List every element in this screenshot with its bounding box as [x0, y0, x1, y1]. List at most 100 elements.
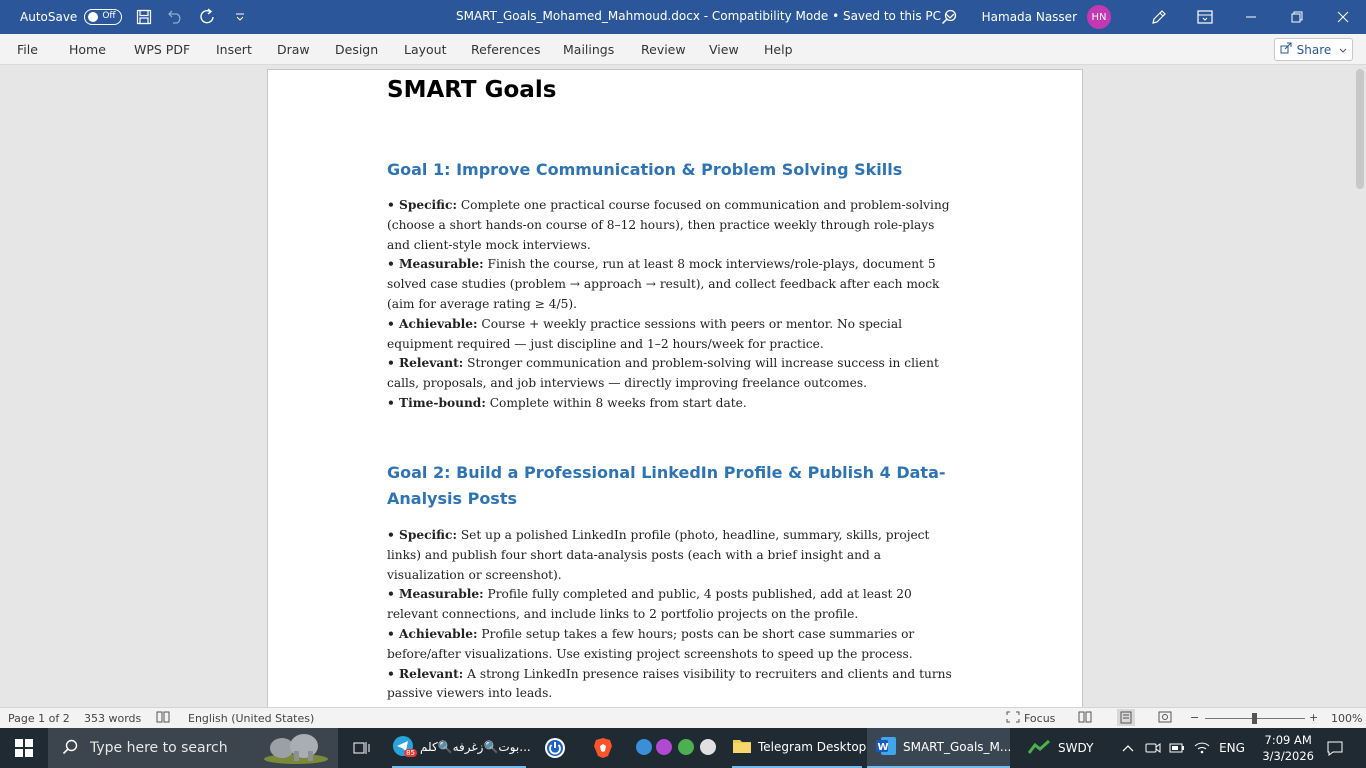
tab-design[interactable]: Design	[335, 42, 378, 57]
folder-icon	[732, 737, 752, 758]
word-app-label: SMART_Goals_M...	[903, 740, 1012, 754]
word-count[interactable]: 353 words	[84, 712, 141, 725]
weather-label: SWDY	[1058, 741, 1094, 755]
page-title: SMART Goals	[387, 77, 557, 103]
tab-file[interactable]: File	[17, 42, 38, 57]
page-count[interactable]: Page 1 of 2	[8, 712, 70, 725]
vertical-scrollbar[interactable]	[1354, 65, 1366, 707]
save-icon[interactable]	[134, 7, 154, 27]
status-bar: Page 1 of 2 353 words English (United St…	[0, 707, 1366, 728]
meet-now-icon[interactable]	[1144, 728, 1162, 768]
focus-mode-label[interactable]: Focus	[1024, 712, 1055, 725]
search-placeholder: Type here to search	[90, 740, 228, 756]
clock-time: 7:09 AM	[1264, 733, 1312, 747]
goal1-body: • Specific: Complete one practical cours…	[387, 196, 957, 414]
input-language[interactable]: ENG	[1218, 728, 1246, 768]
title-bar: AutoSave Off SMART_Goals_Mohamed_Mahmoud…	[0, 0, 1366, 34]
notification-center-icon[interactable]	[1320, 728, 1350, 768]
print-layout-icon[interactable]	[1117, 709, 1135, 726]
tab-mailings[interactable]: Mailings	[563, 42, 614, 57]
clock-date: 3/3/2026	[1262, 749, 1314, 763]
close-button[interactable]	[1320, 0, 1366, 34]
share-button[interactable]: Share	[1274, 38, 1353, 61]
tab-layout[interactable]: Layout	[404, 42, 447, 57]
tab-home[interactable]: Home	[69, 42, 106, 57]
toggle-knob	[88, 12, 99, 22]
windows-logo-icon	[15, 739, 33, 757]
svg-text:W: W	[878, 742, 889, 753]
telegram-icon: 85	[392, 735, 417, 760]
search-icon[interactable]	[926, 0, 972, 34]
language-indicator[interactable]: English (United States)	[188, 712, 314, 725]
web-layout-icon[interactable]	[1158, 711, 1172, 726]
avatar[interactable]: HN	[1087, 5, 1111, 29]
goal2-achievable: • Achievable: Profile setup takes a few …	[387, 626, 915, 661]
tab-review[interactable]: Review	[641, 42, 686, 57]
goal1-specific: • Specific: Complete one practical cours…	[387, 198, 950, 252]
telegram-chat-label: بوت🔍زغرفه🔍كلم...	[420, 740, 531, 754]
goal1-timebound: • Time-bound: Complete within 8 weeks fr…	[387, 395, 747, 410]
read-mode-icon[interactable]	[1078, 711, 1092, 726]
autosave-toggle[interactable]: Off	[84, 9, 123, 25]
tab-help[interactable]: Help	[764, 42, 793, 57]
goal2-specific: • Specific: Set up a polished LinkedIn p…	[387, 528, 930, 582]
document-canvas[interactable]: SMART Goals Goal 1: Improve Communicatio…	[0, 65, 1366, 707]
brave-browser-icon[interactable]	[591, 728, 615, 768]
input-language-label: ENG	[1219, 741, 1245, 755]
word-icon: W	[875, 736, 897, 759]
telegram-desktop-label: Telegram Desktop	[758, 740, 867, 754]
taskbar-search[interactable]: Type here to search	[48, 728, 338, 768]
battery-icon[interactable]	[1168, 728, 1186, 768]
zoom-slider-thumb[interactable]	[1252, 713, 1257, 724]
start-button[interactable]	[0, 728, 48, 768]
tab-references[interactable]: References	[471, 42, 540, 57]
customize-toolbar-icon[interactable]	[230, 7, 250, 27]
share-label: Share	[1296, 42, 1332, 57]
windows-taskbar: Type here to search 85 بوت🔍زغرفه🔍كلم... …	[0, 728, 1366, 768]
taskbar-telegram-chat[interactable]: 85 بوت🔍زغرفه🔍كلم...	[392, 728, 531, 768]
document-page[interactable]: SMART Goals Goal 1: Improve Communicatio…	[267, 69, 1083, 707]
redo-icon[interactable]	[198, 7, 218, 27]
chevron-down-icon	[1339, 43, 1347, 57]
goal1-heading: Goal 1: Improve Communication & Problem …	[387, 160, 903, 179]
autosave-label: AutoSave	[20, 10, 78, 24]
restore-button[interactable]	[1274, 0, 1320, 34]
goal1-measurable: • Measurable: Finish the course, run at …	[387, 257, 940, 311]
notification-badge: 85	[404, 748, 417, 757]
tab-draw[interactable]: Draw	[277, 42, 310, 57]
weather-widget[interactable]: SWDY	[1027, 728, 1108, 768]
task-view-icon[interactable]	[348, 728, 374, 768]
scrollbar-thumb[interactable]	[1356, 69, 1364, 189]
wifi-icon[interactable]	[1193, 728, 1211, 768]
goal2-body: • Specific: Set up a polished LinkedIn p…	[387, 526, 957, 704]
taskbar-word-app[interactable]: W SMART_Goals_M...	[867, 728, 1012, 768]
undo-icon[interactable]	[166, 7, 186, 27]
goal2-measurable: • Measurable: Profile fully completed an…	[387, 587, 912, 622]
zoom-in-button[interactable]: +	[1309, 711, 1318, 724]
tab-insert[interactable]: Insert	[216, 42, 252, 57]
search-icon	[62, 739, 78, 758]
tab-view[interactable]: View	[709, 42, 739, 57]
zoom-out-button[interactable]: −	[1190, 711, 1199, 724]
ribbon-tabs: File Home WPS PDF Insert Draw Design Lay…	[0, 34, 1366, 65]
ribbon-display-icon[interactable]	[1182, 0, 1228, 34]
document-title-text: SMART_Goals_Mohamed_Mahmoud.docx - Compa…	[456, 9, 942, 23]
user-name[interactable]: Hamada Nasser	[982, 10, 1077, 24]
goal1-relevant: • Relevant: Stronger communication and p…	[387, 356, 939, 391]
proofing-icon[interactable]	[156, 711, 170, 726]
taskbar-pinned-apps[interactable]	[630, 728, 726, 768]
tab-wps-pdf[interactable]: WPS PDF	[134, 42, 190, 57]
autosave-state: Off	[102, 11, 116, 21]
minimize-button[interactable]	[1228, 0, 1274, 34]
system-clock[interactable]: 7:09 AM 3/3/2026	[1262, 732, 1314, 764]
app-icon-cluster	[630, 736, 720, 761]
tray-overflow-icon[interactable]	[1120, 728, 1136, 768]
document-title[interactable]: SMART_Goals_Mohamed_Mahmoud.docx - Compa…	[456, 9, 955, 23]
taskbar-telegram-desktop[interactable]: Telegram Desktop	[732, 728, 866, 768]
power-app-icon[interactable]	[541, 728, 569, 768]
focus-icon[interactable]	[1006, 711, 1020, 726]
goal2-heading: Goal 2: Build a Professional LinkedIn Pr…	[387, 463, 946, 508]
zoom-level[interactable]: 100%	[1331, 712, 1362, 725]
goal2-relevant: • Relevant: A strong LinkedIn presence r…	[387, 666, 952, 701]
pen-icon[interactable]	[1136, 0, 1182, 34]
